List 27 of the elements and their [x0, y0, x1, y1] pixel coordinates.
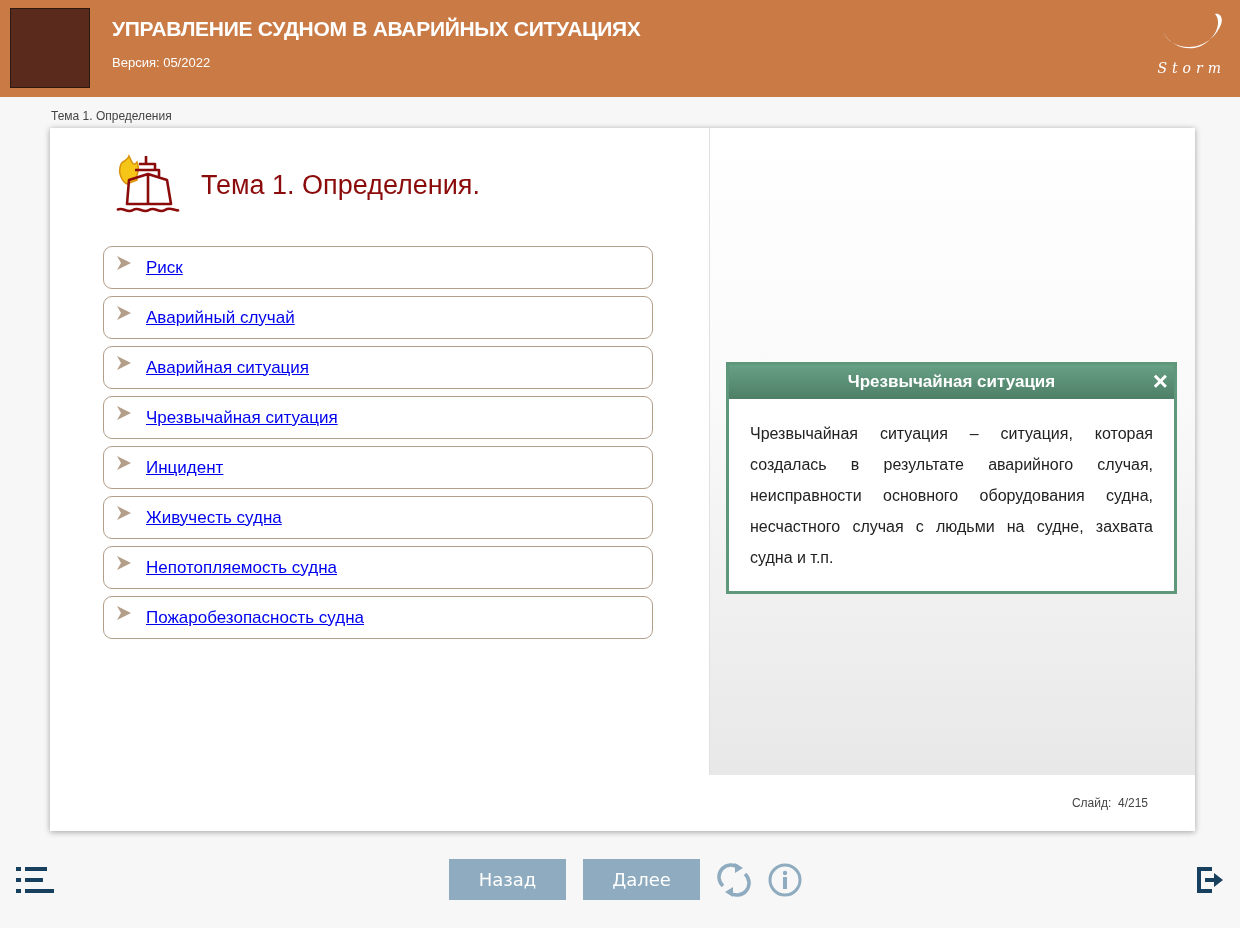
term-link[interactable]: Чрезвычайная ситуация — [146, 407, 338, 428]
popup-title: Чрезвычайная ситуация — [847, 372, 1056, 392]
chevron-icon — [116, 304, 132, 321]
chevron-icon — [116, 554, 132, 571]
version-label: Версия: 05/2022 — [112, 55, 212, 70]
chevron-icon — [116, 254, 132, 271]
logo-text: Storm — [1157, 60, 1226, 76]
chevron-icon — [116, 604, 132, 621]
close-button[interactable]: × — [1152, 367, 1168, 395]
term-link[interactable]: Пожаробезопасность судна — [146, 607, 364, 628]
menu-icon[interactable] — [16, 866, 54, 893]
chevron-icon — [116, 404, 132, 421]
chevron-icon — [116, 454, 132, 471]
term-link[interactable]: Риск — [146, 257, 183, 278]
term-link[interactable]: Непотопляемость судна — [146, 557, 338, 578]
breadcrumb: Тема 1. Определения — [50, 108, 173, 125]
slide-counter: Слайд: 4/215 — [1071, 796, 1148, 810]
chevron-icon — [116, 504, 132, 521]
term-link[interactable]: Инцидент — [146, 457, 224, 478]
term-link[interactable]: Аварийная ситуация — [146, 357, 310, 378]
slide-heading: Тема 1. Определения. — [201, 169, 480, 201]
term-link[interactable]: Аварийный случай — [146, 307, 295, 328]
chevron-icon — [116, 354, 132, 371]
definition-text: Чрезвычайная ситуация – ситуация, которая создалась в результате аварийного случая, неисправности основного оборудования судна, несчастного случая с людьми на судне, захвата судна и т.п. — [749, 424, 1154, 568]
term-link[interactable]: Живучесть судна — [146, 507, 282, 528]
course-title: УПРАВЛЕНИЕ СУДНОМ В АВАРИЙНЫХ СИТУАЦИЯХ — [112, 17, 641, 41]
exit-icon[interactable] — [1196, 865, 1224, 894]
